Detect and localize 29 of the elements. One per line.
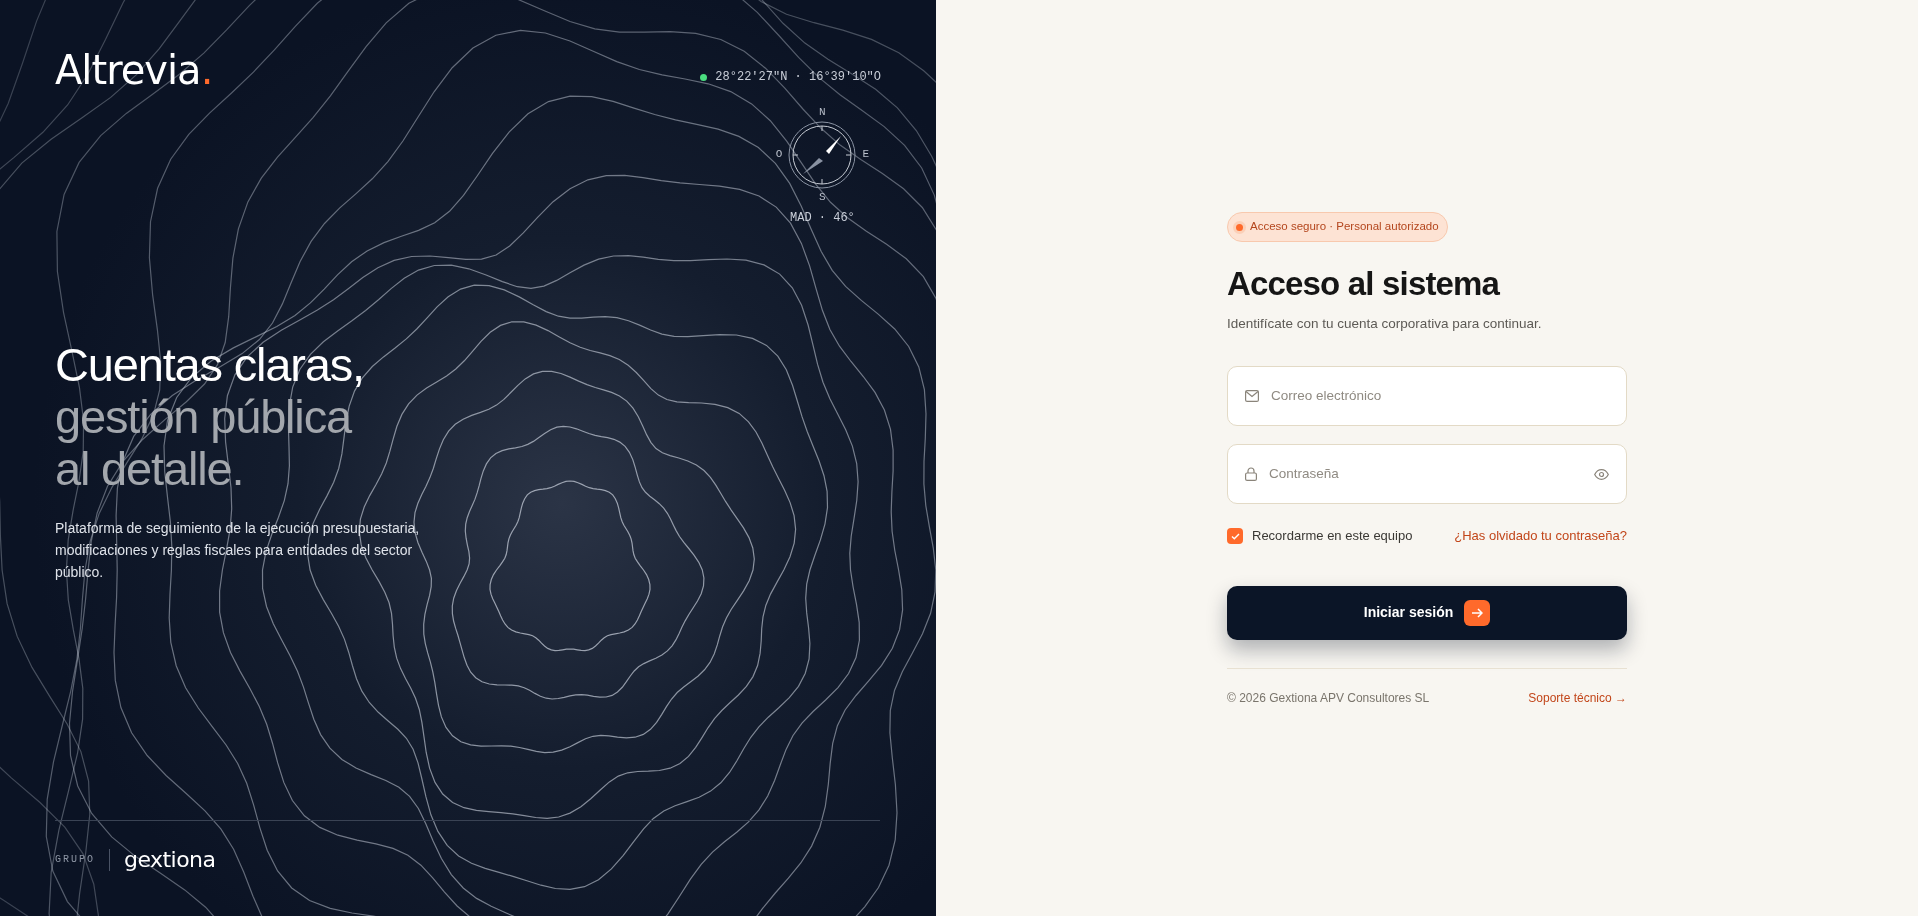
description-text: Plataforma de seguimiento de la ejecución presupuestaria, modificaciones y reglas fiscales para entidades del sector público. bbox=[55, 519, 421, 582]
coordinates-text: 28°22′27″N · 16°39′10″O bbox=[715, 69, 881, 86]
compass-label: E bbox=[862, 147, 869, 163]
check-icon bbox=[1230, 532, 1240, 540]
envelope-icon bbox=[1245, 390, 1259, 403]
remember-checkbox[interactable] bbox=[1227, 528, 1243, 544]
password-input[interactable]: Contraseña bbox=[1269, 464, 1582, 485]
password-field[interactable]: Contraseña bbox=[1227, 444, 1627, 505]
compass-reading: MAD · 46° bbox=[790, 210, 855, 227]
group-logo: gextiona bbox=[124, 846, 216, 874]
remember-label: Recordarme en este equipo bbox=[1252, 527, 1413, 546]
headline-line: Cuentas claras, bbox=[55, 339, 365, 391]
email-field[interactable]: Correo electrónico bbox=[1227, 366, 1627, 427]
forgot-password-link[interactable]: ¿Has olvidado tu contraseña? bbox=[1454, 526, 1627, 546]
compass-label: N bbox=[819, 105, 826, 120]
security-badge: Acceso seguro · Personal autorizado bbox=[1227, 212, 1448, 242]
compass-label: S bbox=[819, 189, 826, 205]
email-input[interactable]: Correo electrónico bbox=[1271, 386, 1609, 407]
brand-logo: Altrevia. bbox=[55, 50, 213, 90]
compass-label: O bbox=[775, 147, 783, 163]
copyright-text: © 2026 Gextiona APV Consultores SL bbox=[1227, 689, 1430, 707]
login-button[interactable]: Iniciar sesión bbox=[1227, 585, 1627, 640]
lock-icon bbox=[1245, 467, 1257, 482]
group-label: GRUPO bbox=[55, 853, 95, 867]
support-link[interactable]: Soporte técnico → bbox=[1528, 688, 1627, 707]
compass-icon bbox=[788, 120, 857, 189]
page-title: Acceso al sistema bbox=[1227, 264, 1501, 304]
eye-icon[interactable] bbox=[1594, 468, 1609, 480]
subtitle-text: Identifícate con tu cuenta corporativa para continuar. bbox=[1227, 315, 1543, 333]
